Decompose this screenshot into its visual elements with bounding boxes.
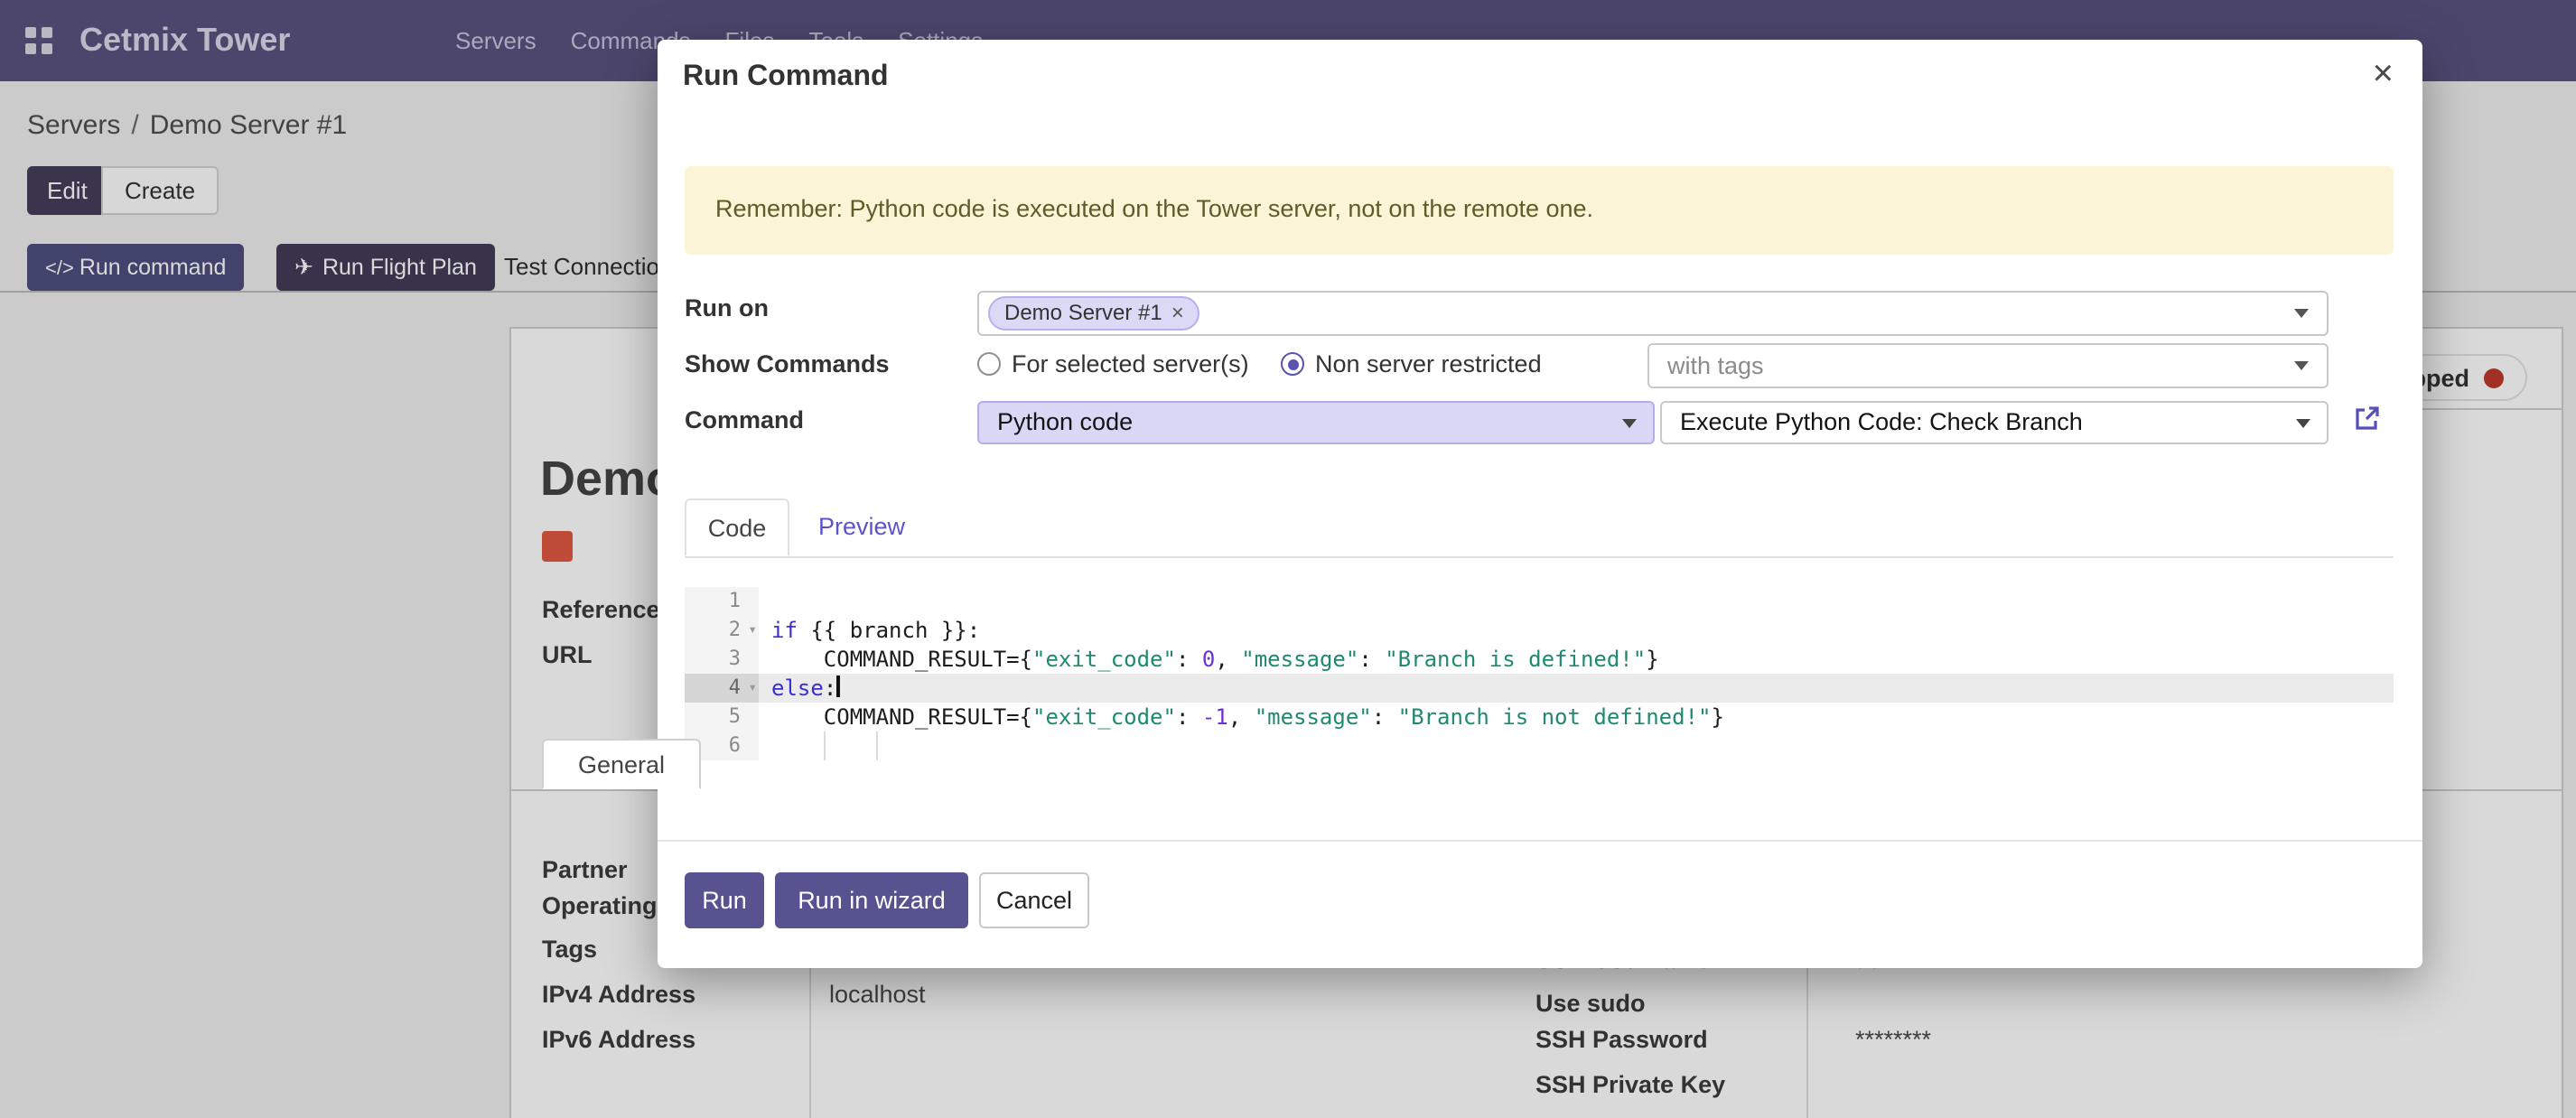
code-token: : bbox=[824, 675, 836, 701]
code-text: else: bbox=[759, 674, 2394, 703]
fold-caret-icon[interactable]: ▾ bbox=[748, 675, 757, 701]
command-type-select[interactable]: Python code bbox=[977, 401, 1655, 444]
code-token: 0 bbox=[1202, 647, 1215, 672]
code-line[interactable]: 6 bbox=[685, 731, 2394, 760]
code-token: "message" bbox=[1241, 647, 1358, 672]
code-editor[interactable]: 12▾if {{ branch }}:3 COMMAND_RESULT={"ex… bbox=[685, 587, 2394, 760]
radio-non-server-restricted-label[interactable]: Non server restricted bbox=[1315, 350, 1542, 377]
dropdown-caret-icon bbox=[2294, 309, 2309, 318]
line-number: 1 bbox=[685, 587, 759, 616]
server-tag-label: Demo Server #1 bbox=[1004, 300, 1162, 325]
code-line[interactable]: 4▾else: bbox=[685, 674, 2394, 703]
code-token: "exit_code" bbox=[1032, 647, 1176, 672]
dropdown-caret-icon bbox=[1622, 419, 1637, 428]
tabs-underline bbox=[685, 556, 2394, 558]
code-token: if bbox=[771, 618, 798, 643]
external-link-icon[interactable] bbox=[2352, 405, 2381, 433]
code-token: "Branch is defined!" bbox=[1385, 647, 1646, 672]
line-number: 5 bbox=[685, 703, 759, 731]
code-line[interactable]: 3 COMMAND_RESULT={"exit_code": 0, "messa… bbox=[685, 645, 2394, 674]
run-in-wizard-button[interactable]: Run in wizard bbox=[775, 872, 968, 928]
code-token: : bbox=[1372, 704, 1398, 730]
dropdown-caret-icon bbox=[2294, 361, 2309, 370]
screen: Cetmix Tower Servers Commands Files Tool… bbox=[0, 0, 2576, 1118]
dropdown-caret-icon bbox=[2296, 419, 2310, 428]
code-token: : bbox=[1176, 647, 1202, 672]
line-number: 4▾ bbox=[685, 674, 759, 703]
radio-for-selected-servers[interactable] bbox=[977, 352, 1001, 376]
code-token: -1 bbox=[1202, 704, 1228, 730]
cancel-button[interactable]: Cancel bbox=[979, 872, 1089, 928]
code-editor-lines: 12▾if {{ branch }}:3 COMMAND_RESULT={"ex… bbox=[685, 587, 2394, 760]
warning-alert: Remember: Python code is executed on the… bbox=[685, 166, 2394, 255]
code-text: if {{ branch }}: bbox=[759, 616, 2394, 645]
code-token: "Branch is not defined!" bbox=[1398, 704, 1712, 730]
with-tags-placeholder: with tags bbox=[1667, 345, 1764, 387]
command-name-select[interactable]: Execute Python Code: Check Branch bbox=[1660, 401, 2329, 444]
code-token: } bbox=[1711, 704, 1723, 730]
command-name-value: Execute Python Code: Check Branch bbox=[1680, 403, 2083, 443]
code-token: {{ branch }}: bbox=[798, 618, 980, 643]
code-line[interactable]: 5 COMMAND_RESULT={"exit_code": -1, "mess… bbox=[685, 703, 2394, 731]
run-button[interactable]: Run bbox=[685, 872, 764, 928]
code-token: , bbox=[1215, 647, 1241, 672]
run-on-field[interactable]: Demo Server #1 × bbox=[977, 291, 2329, 336]
run-on-label: Run on bbox=[685, 294, 769, 321]
code-token: COMMAND_RESULT={ bbox=[771, 647, 1032, 672]
warning-alert-text: Remember: Python code is executed on the… bbox=[715, 195, 1593, 222]
modal-footer-divider bbox=[658, 840, 2422, 842]
text-cursor bbox=[836, 675, 840, 697]
tab-general[interactable]: General bbox=[542, 739, 701, 789]
command-label: Command bbox=[685, 406, 804, 433]
code-text: COMMAND_RESULT={"exit_code": 0, "message… bbox=[759, 645, 2394, 674]
tab-code[interactable]: Code bbox=[685, 498, 789, 556]
run-command-modal: Run Command × Remember: Python code is e… bbox=[658, 40, 2422, 968]
with-tags-select[interactable]: with tags bbox=[1647, 343, 2329, 388]
line-number: 2▾ bbox=[685, 616, 759, 645]
indent-guide bbox=[876, 731, 878, 760]
code-token: , bbox=[1228, 704, 1255, 730]
code-text bbox=[759, 587, 2394, 616]
code-token: "message" bbox=[1255, 704, 1372, 730]
show-commands-label: Show Commands bbox=[685, 350, 890, 377]
radio-non-server-restricted[interactable] bbox=[1281, 352, 1304, 376]
tab-preview[interactable]: Preview bbox=[797, 498, 927, 556]
modal-title: Run Command bbox=[683, 61, 889, 94]
line-number: 3 bbox=[685, 645, 759, 674]
code-token: else bbox=[771, 675, 824, 701]
code-text: COMMAND_RESULT={"exit_code": -1, "messag… bbox=[759, 703, 2394, 731]
code-line[interactable]: 1 bbox=[685, 587, 2394, 616]
code-token: "exit_code" bbox=[1032, 704, 1176, 730]
remove-tag-icon[interactable]: × bbox=[1171, 300, 1184, 325]
command-type-value: Python code bbox=[997, 403, 1133, 443]
radio-for-selected-servers-label[interactable]: For selected server(s) bbox=[1012, 350, 1249, 377]
code-line[interactable]: 2▾if {{ branch }}: bbox=[685, 616, 2394, 645]
code-token: } bbox=[1646, 647, 1658, 672]
indent-guide bbox=[824, 731, 826, 760]
code-token: : bbox=[1358, 647, 1385, 672]
code-token: : bbox=[1176, 704, 1202, 730]
close-icon[interactable]: × bbox=[2373, 54, 2394, 96]
fold-caret-icon[interactable]: ▾ bbox=[748, 618, 757, 643]
code-token: COMMAND_RESULT={ bbox=[771, 704, 1032, 730]
code-text bbox=[759, 731, 2394, 760]
server-tag-pill: Demo Server #1 × bbox=[988, 296, 1200, 331]
